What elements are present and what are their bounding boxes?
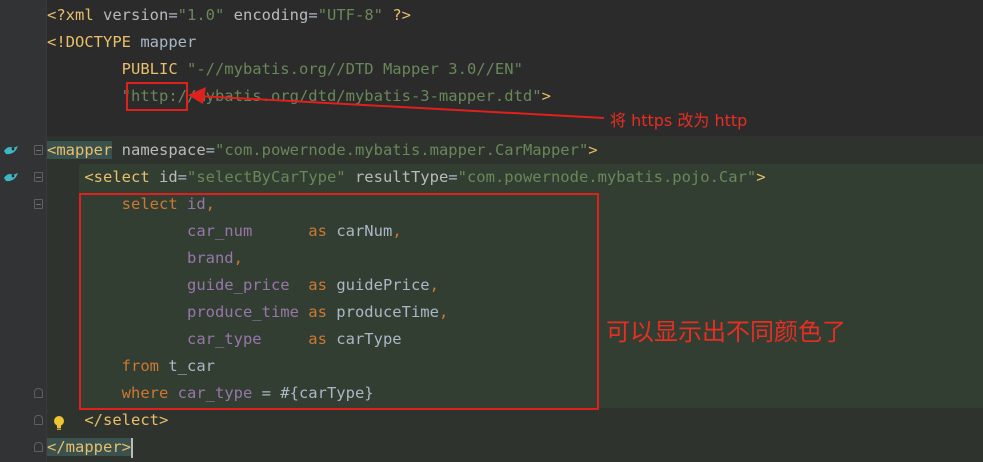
public-keyword: PUBLIC — [47, 60, 187, 78]
code-line-1[interactable]: <?xml version="1.0" encoding="UTF-8" ?> — [47, 2, 411, 29]
code-line-2[interactable]: <!DOCTYPE mapper — [47, 29, 196, 56]
editor-gutter[interactable] — [0, 0, 47, 462]
text-cursor — [131, 437, 133, 458]
equals: = — [308, 6, 318, 24]
resulttype-string: "com.powernode.mybatis.pojo.Car" — [457, 168, 757, 186]
annotation-arrow — [188, 87, 605, 119]
code-line-15[interactable]: </select> — [47, 407, 168, 434]
sql-highlight-box — [79, 193, 599, 410]
string-encoding: "UTF-8" — [317, 6, 384, 24]
equals: = — [448, 168, 458, 186]
xml-decl-close: ?> — [383, 6, 412, 24]
fold-select-icon[interactable] — [34, 172, 43, 182]
mapper-open-tag: <mapper — [47, 141, 113, 159]
xml-decl-open: <?xml — [47, 6, 103, 24]
attr-id: id — [149, 168, 178, 186]
namespace-string: "com.powernode.mybatis.mapper.CarMapper" — [215, 141, 589, 159]
select-close-tag: </select> — [47, 411, 169, 429]
code-line-5[interactable]: <mapper namespace="com.powernode.mybatis… — [47, 137, 598, 164]
equals: = — [205, 141, 215, 159]
attr-resulttype: resultType — [345, 168, 449, 186]
mybatis-mapper-icon[interactable] — [2, 143, 20, 157]
tag-close: > — [756, 168, 766, 186]
attr-namespace: namespace — [112, 141, 206, 159]
fold-sql-icon[interactable] — [34, 199, 43, 209]
fold-end-select-icon[interactable] — [34, 415, 43, 425]
mapper-close-tag: </mapper — [47, 438, 122, 456]
code-line-3[interactable]: PUBLIC "-//mybatis.org//DTD Mapper 3.0//… — [47, 56, 523, 83]
public-id-string: "-//mybatis.org//DTD Mapper 3.0//EN" — [186, 60, 523, 78]
attr-encoding: encoding — [224, 6, 309, 24]
doctype-name: mapper — [140, 33, 197, 51]
fold-end-mapper-icon[interactable] — [34, 442, 43, 452]
equals: = — [177, 168, 187, 186]
https-annotation-text: 将 https 改为 http — [610, 111, 748, 130]
code-line-16[interactable]: </mapper> — [47, 434, 133, 461]
id-string: "selectByCarType" — [187, 168, 346, 186]
select-open-tag: <select — [47, 168, 150, 186]
equals: = — [168, 6, 178, 24]
color-annotation-text: 可以显示出不同颜色了 — [606, 318, 846, 346]
attr-version: version — [103, 6, 169, 24]
mapper-close-bracket: > — [121, 438, 131, 456]
tag-close: > — [588, 141, 598, 159]
fold-end-sql-icon[interactable] — [34, 388, 43, 398]
code-line-6[interactable]: <select id="selectByCarType" resultType=… — [47, 164, 766, 191]
http-highlight-box — [126, 82, 188, 111]
fold-mapper-icon[interactable] — [34, 145, 43, 155]
doctype-keyword: <!DOCTYPE — [47, 33, 141, 51]
mybatis-statement-icon[interactable] — [2, 170, 20, 184]
string-version: "1.0" — [177, 6, 225, 24]
